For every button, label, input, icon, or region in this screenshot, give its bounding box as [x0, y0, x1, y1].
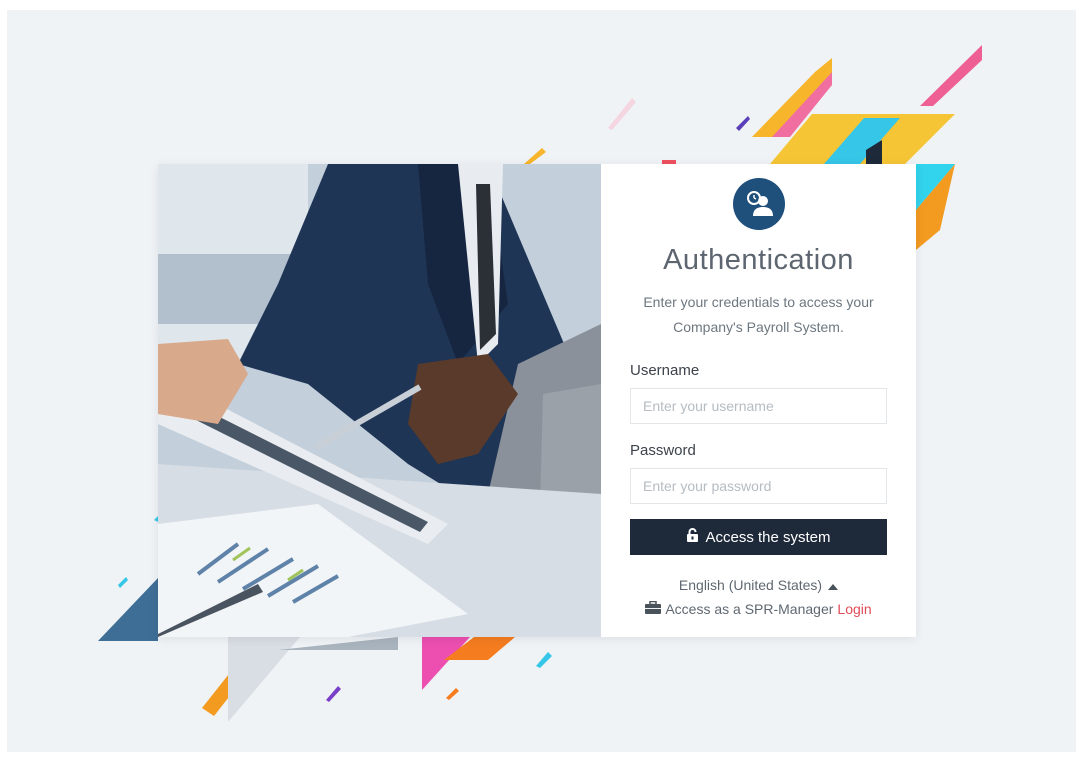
manager-access-row: Access as a SPR-Manager Login	[630, 600, 887, 617]
password-input[interactable]	[630, 468, 887, 504]
manager-access-text: Access as a SPR-Manager	[665, 601, 834, 617]
caret-up-icon	[828, 577, 839, 593]
manager-login-link[interactable]: Login	[837, 601, 871, 617]
page-title: Authentication	[663, 244, 854, 276]
access-system-button[interactable]: Access the system	[630, 519, 887, 555]
unlock-icon	[686, 527, 699, 547]
clock-user-icon	[732, 178, 785, 230]
username-label: Username	[630, 362, 700, 379]
login-panel: Authentication Enter your credentials to…	[601, 164, 916, 637]
page-subtitle: Enter your credentials to access your Co…	[643, 294, 874, 335]
language-selector[interactable]: English (United States)	[678, 577, 839, 593]
business-meeting-photo	[158, 164, 601, 637]
access-system-label: Access the system	[705, 528, 831, 546]
language-label: English (United States)	[678, 577, 823, 593]
password-label: Password	[630, 442, 696, 459]
login-card: Authentication Enter your credentials to…	[158, 164, 916, 637]
briefcase-icon	[645, 600, 662, 617]
photo-illustration	[158, 164, 601, 637]
username-input[interactable]	[630, 388, 887, 424]
